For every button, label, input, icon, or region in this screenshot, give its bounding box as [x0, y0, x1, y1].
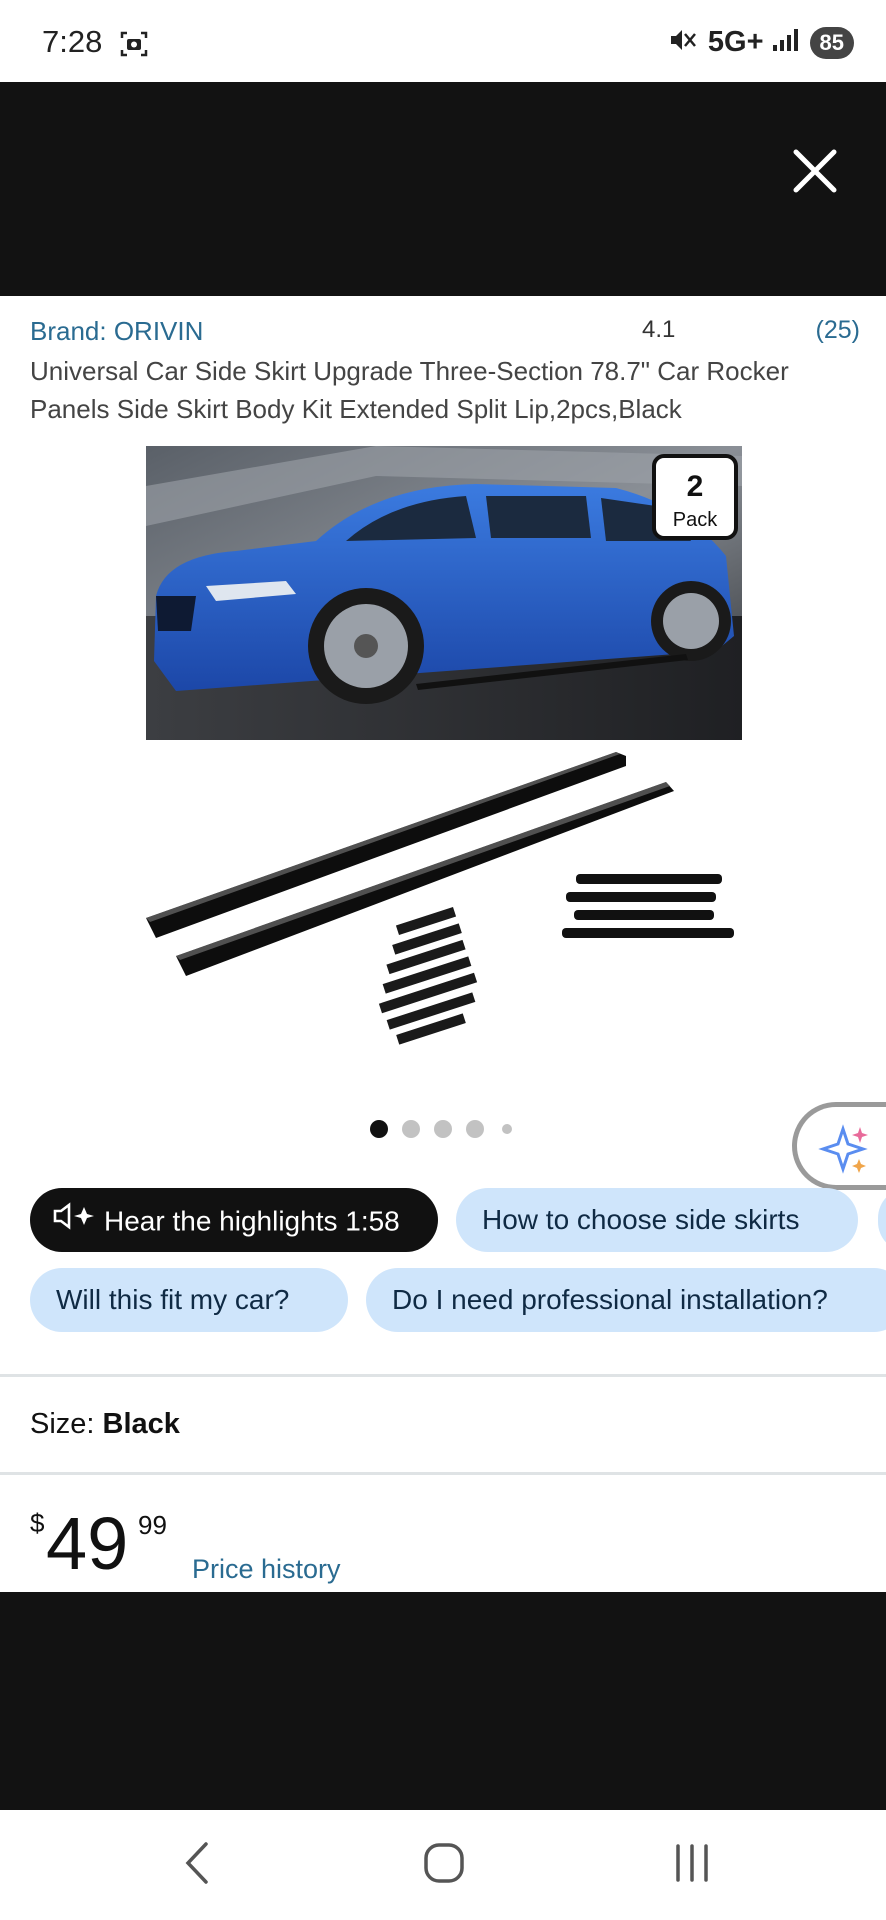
divider [0, 1472, 886, 1475]
product-title: Universal Car Side Skirt Upgrade Three-S… [30, 356, 789, 424]
price-fraction: 99 [138, 1510, 167, 1540]
pack-badge-label: Pack [673, 509, 718, 531]
price-history-link[interactable]: Price history [192, 1554, 341, 1585]
overlay-bottom [0, 1592, 886, 1810]
hear-highlights-label: Hear the highlights 1:58 [104, 1205, 400, 1237]
review-count-link[interactable]: (25) [816, 316, 860, 345]
price-currency: $ [30, 1508, 45, 1538]
status-bar: 7:28 5G+ 85 [0, 0, 886, 82]
carousel-dot-active[interactable] [370, 1120, 388, 1138]
ai-assistant-button[interactable] [792, 1102, 886, 1190]
carousel-dot[interactable] [502, 1124, 512, 1134]
navigation-bar [0, 1810, 886, 1920]
professional-install-chip[interactable]: Do I need professional installation? [366, 1268, 886, 1332]
price-whole: 49 [46, 1502, 129, 1585]
signal-icon [772, 27, 802, 58]
carousel-dot[interactable] [402, 1120, 420, 1138]
hear-highlights-chip[interactable]: Hear the highlights 1:58 [30, 1188, 438, 1252]
rating-value: 4.1 [642, 316, 676, 343]
mute-vibrate-icon [668, 26, 700, 59]
more-chip-edge[interactable] [878, 1188, 886, 1252]
speaker-sparkle-icon [52, 1190, 96, 1254]
carousel-dot[interactable] [466, 1120, 484, 1138]
pack-badge-number: 2 [687, 470, 704, 503]
brand-rating-row: Brand: ORIVIN 4.1 (25) [30, 316, 860, 350]
size-value: Black [102, 1408, 180, 1440]
battery-indicator: 85 [809, 26, 854, 59]
recents-button[interactable] [672, 1840, 712, 1891]
product-detail-panel: Brand: ORIVIN 4.1 (25) Universal Car Sid… [0, 296, 886, 1592]
status-indicators: 5G+ 85 [668, 26, 854, 59]
close-button[interactable] [788, 144, 842, 198]
divider [0, 1374, 886, 1377]
brand-link[interactable]: Brand: ORIVIN [30, 316, 203, 347]
network-type: 5G+ [707, 26, 764, 58]
status-time: 7:28 [42, 24, 103, 59]
screenshot-icon [118, 28, 150, 65]
overlay-top [0, 82, 886, 296]
how-to-choose-chip[interactable]: How to choose side skirts [456, 1188, 858, 1252]
product-image[interactable]: 2 Pack [146, 446, 746, 1046]
will-fit-chip[interactable]: Will this fit my car? [30, 1268, 348, 1332]
close-icon [793, 149, 837, 193]
size-label: Size: [30, 1408, 95, 1440]
size-selector[interactable]: Size: Black [30, 1408, 180, 1441]
carousel-dots [0, 1120, 886, 1140]
back-icon [185, 1842, 208, 1884]
recents-icon [676, 1844, 708, 1882]
home-icon [424, 1843, 464, 1883]
carousel-dot[interactable] [434, 1120, 452, 1138]
sparkle-icon [818, 1124, 868, 1174]
home-button[interactable] [422, 1840, 466, 1891]
back-button[interactable] [178, 1840, 218, 1891]
